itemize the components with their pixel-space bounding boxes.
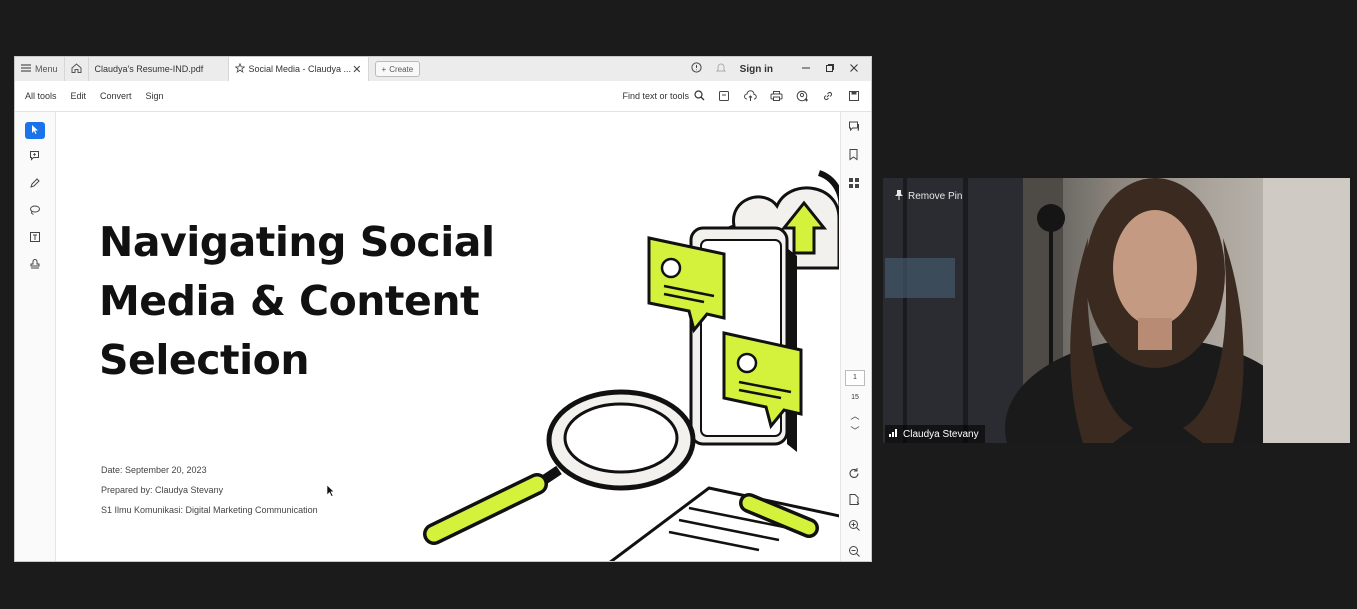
left-tool-rail bbox=[15, 112, 56, 561]
social-media-illustration bbox=[423, 170, 839, 561]
cursor-arrow-icon bbox=[30, 122, 40, 140]
remove-pin-button[interactable]: Remove Pin bbox=[895, 190, 962, 203]
create-label: Create bbox=[389, 64, 414, 74]
close-tab-icon[interactable]: ✕ bbox=[352, 63, 361, 76]
minimize-icon[interactable] bbox=[801, 63, 811, 76]
menu-all-tools[interactable]: All tools bbox=[25, 91, 57, 101]
page-extract-icon[interactable] bbox=[848, 493, 861, 511]
zoom-out-icon[interactable] bbox=[848, 545, 861, 561]
search-icon bbox=[694, 89, 705, 103]
participant-video-tile[interactable]: Remove Pin Claudya Stevany bbox=[883, 178, 1350, 443]
star-icon[interactable] bbox=[233, 62, 246, 75]
thumbnails-grid-icon[interactable] bbox=[848, 176, 861, 194]
zoom-in-icon[interactable] bbox=[848, 519, 861, 537]
close-window-icon[interactable] bbox=[849, 63, 859, 76]
page-down-icon[interactable]: ﹀ bbox=[845, 424, 865, 437]
comments-panel-icon[interactable] bbox=[848, 120, 861, 138]
bookmark-panel-icon[interactable] bbox=[848, 148, 861, 166]
page-navigator: 1 15 ︿ ﹀ bbox=[845, 370, 865, 437]
slide-program: S1 Ilmu Komunikasi: Digital Marketing Co… bbox=[101, 505, 318, 515]
participant-video-feed bbox=[883, 178, 1350, 443]
home-button[interactable] bbox=[63, 57, 89, 81]
stamp-icon bbox=[29, 257, 41, 275]
stamp-tool-button[interactable] bbox=[25, 257, 45, 274]
menu-button[interactable]: Menu bbox=[15, 57, 64, 81]
slide-title-line-3: Selection bbox=[99, 336, 310, 384]
participant-name-tag: Claudya Stevany bbox=[885, 425, 985, 443]
save-icon[interactable] bbox=[847, 89, 861, 103]
comment-add-icon bbox=[29, 149, 41, 167]
find-tools-button[interactable]: Find text or tools bbox=[622, 89, 705, 103]
total-pages: 15 bbox=[851, 394, 859, 401]
current-page-input[interactable]: 1 bbox=[845, 370, 865, 386]
tab-resume[interactable]: Claudya's Resume-IND.pdf bbox=[89, 57, 229, 81]
pin-icon bbox=[895, 190, 903, 203]
slide-prepared-by: Prepared by: Claudya Stevany bbox=[101, 485, 224, 495]
link-icon[interactable] bbox=[821, 89, 835, 103]
clipboard-icon bbox=[609, 486, 839, 561]
notification-icon[interactable] bbox=[715, 62, 726, 76]
create-button[interactable]: + Create bbox=[374, 61, 421, 77]
menu-convert[interactable]: Convert bbox=[100, 91, 132, 101]
title-bar: Menu Claudya's Resume-IND.pdf Social Med… bbox=[15, 57, 871, 81]
help-icon[interactable] bbox=[691, 62, 702, 76]
tab-label: Claudya's Resume-IND.pdf bbox=[94, 64, 204, 74]
pdf-viewer-window: Menu Claudya's Resume-IND.pdf Social Med… bbox=[14, 56, 872, 562]
participant-name: Claudya Stevany bbox=[903, 428, 979, 440]
print-icon[interactable] bbox=[769, 89, 783, 103]
find-label: Find text or tools bbox=[622, 91, 689, 101]
menu-edit[interactable]: Edit bbox=[71, 91, 87, 101]
menu-sign[interactable]: Sign bbox=[146, 91, 164, 101]
save-copy-icon[interactable] bbox=[717, 89, 731, 103]
lasso-icon bbox=[29, 203, 41, 221]
slide-metadata: Date: September 20, 2023 Prepared by: Cl… bbox=[101, 460, 318, 520]
hamburger-icon bbox=[21, 64, 31, 74]
right-tool-rail: 1 15 ︿ ﹀ bbox=[840, 112, 871, 561]
tab-social-media[interactable]: Social Media - Claudya ... ✕ bbox=[228, 57, 369, 81]
select-tool-button[interactable] bbox=[25, 122, 45, 139]
plus-icon: + bbox=[381, 64, 387, 74]
pen-icon bbox=[29, 176, 41, 194]
comment-tool-button[interactable] bbox=[25, 149, 45, 166]
signal-strength-icon bbox=[889, 428, 899, 440]
draw-tool-button[interactable] bbox=[25, 176, 45, 193]
home-icon bbox=[71, 63, 82, 75]
text-box-tool-button[interactable] bbox=[25, 230, 45, 247]
rotate-icon[interactable] bbox=[848, 467, 861, 485]
restore-icon[interactable] bbox=[825, 63, 835, 76]
slide-date: Date: September 20, 2023 bbox=[101, 465, 207, 475]
sign-in-button[interactable]: Sign in bbox=[740, 64, 773, 75]
tab-label: Social Media - Claudya ... bbox=[248, 64, 352, 74]
mouse-pointer-icon bbox=[326, 484, 335, 497]
magnifying-glass-icon bbox=[423, 389, 696, 545]
main-toolbar: All tools Edit Convert Sign Find text or… bbox=[15, 81, 871, 112]
share-user-icon[interactable] bbox=[795, 89, 809, 103]
document-page: Navigating Social Media & Content Select… bbox=[59, 118, 839, 561]
menu-label: Menu bbox=[35, 64, 58, 74]
upload-cloud-icon[interactable] bbox=[743, 89, 757, 103]
lasso-tool-button[interactable] bbox=[25, 203, 45, 220]
chat-bubble-icon bbox=[647, 236, 726, 334]
pin-label: Remove Pin bbox=[908, 191, 963, 202]
text-box-icon bbox=[29, 230, 41, 248]
page-up-icon[interactable]: ︿ bbox=[845, 409, 865, 422]
